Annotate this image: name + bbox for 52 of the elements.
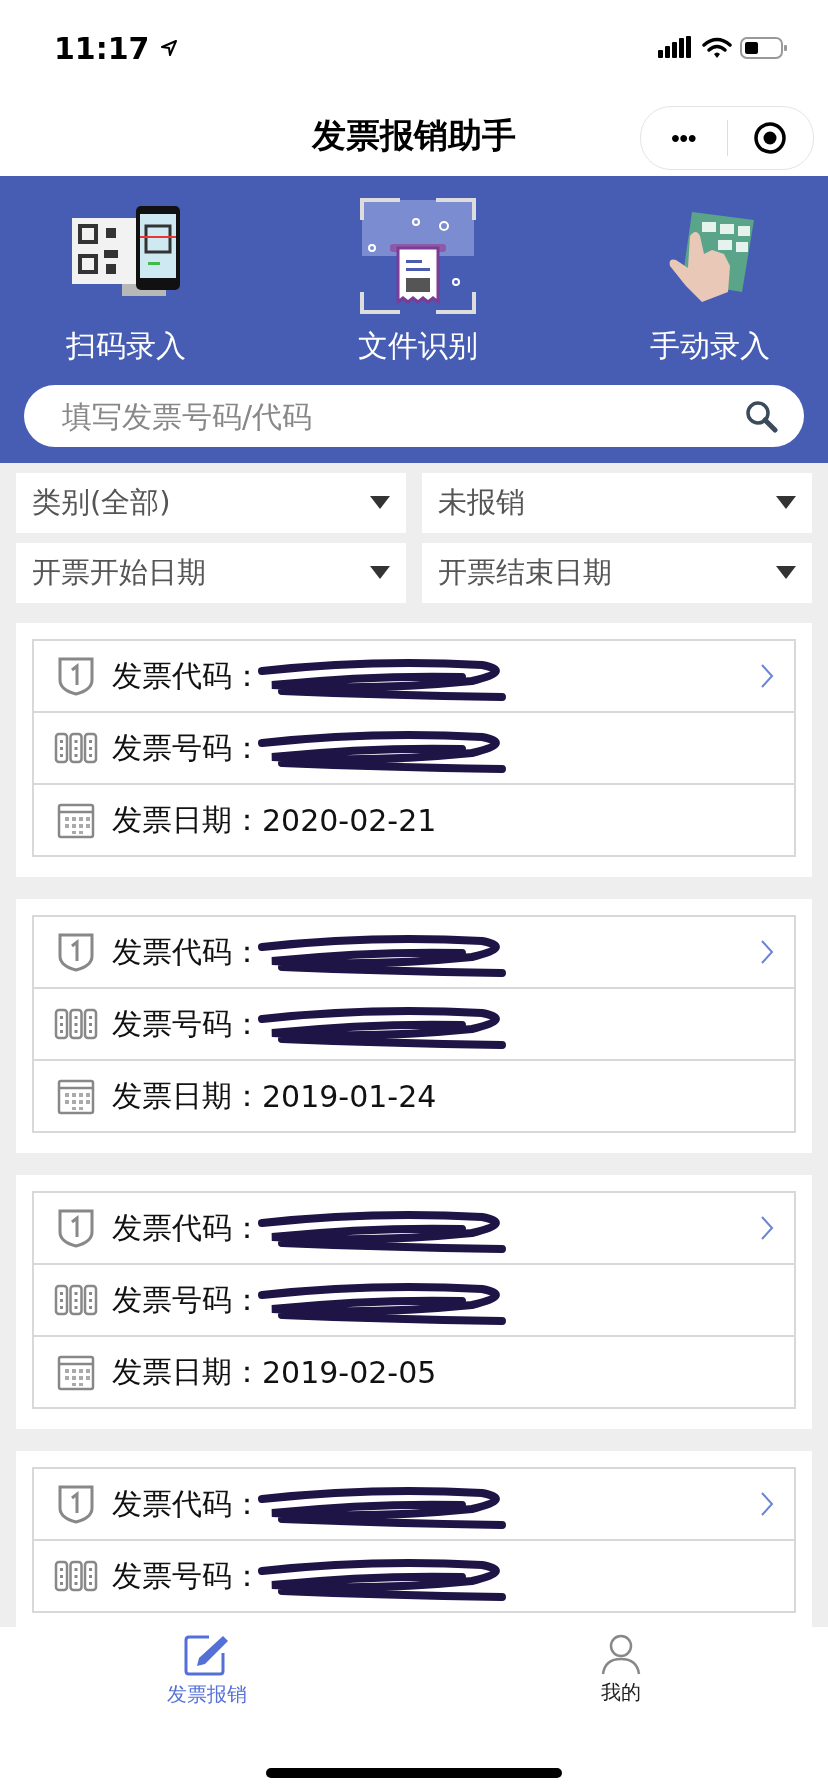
- barcode-icon: [54, 1560, 98, 1592]
- barcode-icon: [54, 1284, 98, 1316]
- invoice-card[interactable]: 发票代码： 发票号码： 发票日期：2019-02-05: [16, 1175, 812, 1429]
- filter-dropdown[interactable]: 未报销: [422, 473, 812, 533]
- chevron-right-icon: [760, 1215, 774, 1241]
- filter-dropdown[interactable]: 开票开始日期: [16, 543, 406, 603]
- field-label: 发票日期：: [112, 1352, 262, 1391]
- wifi-icon: [702, 37, 732, 59]
- filter-dropdown[interactable]: 类别(全部): [16, 473, 406, 533]
- chevron-right-icon: [760, 1491, 774, 1517]
- invoice-card[interactable]: 发票代码： 发票号码： 发票日期：2019-01-24: [16, 899, 812, 1153]
- signal-icon: [658, 36, 694, 60]
- action-button[interactable]: 扫码录入: [66, 198, 186, 367]
- filter-dropdown[interactable]: 开票结束日期: [422, 543, 812, 603]
- dropdown-caret-icon: [776, 566, 796, 580]
- field-label: 发票日期：: [112, 800, 262, 839]
- field-label: 发票号码：: [112, 1280, 262, 1319]
- location-arrow-icon: [159, 39, 178, 57]
- chevron-right-icon: [760, 663, 774, 689]
- action-button[interactable]: 手动录入: [650, 198, 770, 367]
- field-label: 发票代码：: [112, 932, 262, 971]
- field-label: 发票代码：: [112, 1208, 262, 1247]
- person-icon: [601, 1633, 641, 1675]
- dropdown-caret-icon: [370, 566, 390, 580]
- dropdown-caret-icon: [370, 496, 390, 510]
- field-label: 发票号码：: [112, 1004, 262, 1043]
- barcode-icon: [54, 732, 98, 764]
- tab-item[interactable]: 我的: [414, 1627, 828, 1737]
- dropdown-caret-icon: [776, 496, 796, 510]
- receipt-scan-icon: [360, 198, 476, 314]
- invoice-card[interactable]: 发票代码： 发票号码： 发票日期：2020-02-21: [16, 623, 812, 877]
- field-label: 发票号码：: [112, 728, 262, 767]
- field-value: 2020-02-21: [262, 802, 437, 838]
- barcode-icon: [54, 1008, 98, 1040]
- search-icon: [744, 399, 778, 433]
- field-value: 2019-02-05: [262, 1354, 437, 1390]
- tab-item[interactable]: 发票报销: [0, 1627, 414, 1737]
- field-value: 2019-01-24: [262, 1078, 437, 1114]
- battery-icon: [740, 36, 788, 60]
- field-label: 发票日期：: [112, 1076, 262, 1115]
- field-label: 发票号码：: [112, 1556, 262, 1595]
- more-button[interactable]: •••: [641, 107, 727, 169]
- target-icon: [752, 120, 789, 156]
- search-field[interactable]: 填写发票号码/代码: [24, 385, 804, 447]
- invoice-card[interactable]: 发票代码： 发票号码：: [16, 1451, 812, 1627]
- page-title: 发票报销助手: [312, 114, 516, 157]
- action-button[interactable]: 文件识别: [358, 198, 478, 367]
- chevron-right-icon: [760, 939, 774, 965]
- field-label: 发票代码：: [112, 656, 262, 695]
- field-label: 发票代码：: [112, 1484, 262, 1523]
- status-time: 11:17: [54, 30, 150, 66]
- edit-icon: [183, 1633, 231, 1677]
